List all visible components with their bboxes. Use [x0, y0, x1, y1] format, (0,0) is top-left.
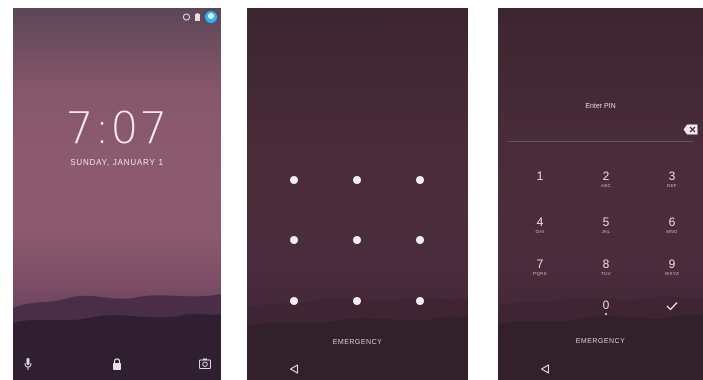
key-2[interactable]: 2 ABC: [586, 170, 626, 189]
key-0-dot: [605, 313, 607, 315]
lock-bottom-bar: [13, 358, 221, 376]
microphone-icon[interactable]: [24, 358, 32, 370]
back-icon[interactable]: [289, 364, 299, 374]
user-avatar-icon[interactable]: [205, 11, 217, 23]
battery-icon: [195, 13, 200, 21]
mountain-silhouette: [247, 297, 468, 380]
key-0[interactable]: 0: [586, 299, 626, 315]
pattern-dot[interactable]: [416, 236, 424, 244]
checkmark-icon[interactable]: [666, 301, 678, 311]
pin-entry-divider: [508, 141, 693, 142]
clock-date: SUNDAY, JANUARY 1: [70, 158, 164, 167]
key-5[interactable]: 5 JKL: [586, 216, 626, 235]
pin-prompt: Enter PIN: [585, 103, 616, 110]
emergency-button[interactable]: EMERGENCY: [498, 338, 703, 345]
pattern-dot[interactable]: [353, 176, 361, 184]
pattern-dot[interactable]: [416, 176, 424, 184]
pin-unlock-screen: Enter PIN 1 2 ABC 3 DEF 4 GHI 5 JKL 6 MN…: [498, 8, 703, 380]
lock-screen: 7:07 SUNDAY, JANUARY 1: [13, 8, 221, 380]
mountain-silhouette: [498, 296, 703, 380]
mountain-silhouette: [13, 294, 221, 380]
key-3[interactable]: 3 DEF: [652, 170, 692, 189]
key-1[interactable]: 1: [520, 170, 560, 183]
key-7[interactable]: 7 PQRS: [520, 258, 560, 277]
pattern-dot[interactable]: [290, 236, 298, 244]
key-9[interactable]: 9 WXYZ: [652, 258, 692, 277]
camera-icon[interactable]: [199, 358, 211, 369]
pattern-dot[interactable]: [353, 236, 361, 244]
key-6[interactable]: 6 MNO: [652, 216, 692, 235]
key-4[interactable]: 4 GHI: [520, 216, 560, 235]
pattern-unlock-screen: EMERGENCY: [247, 8, 468, 380]
back-icon[interactable]: [540, 364, 550, 374]
pattern-dot[interactable]: [353, 297, 361, 305]
emergency-button[interactable]: EMERGENCY: [247, 339, 468, 346]
lock-icon[interactable]: [112, 358, 122, 370]
pattern-dot[interactable]: [290, 176, 298, 184]
pattern-dot[interactable]: [416, 297, 424, 305]
clock-time: 7:07: [65, 103, 169, 154]
key-8[interactable]: 8 TUV: [586, 258, 626, 277]
status-bar: [183, 11, 217, 23]
pattern-dot[interactable]: [290, 297, 298, 305]
backspace-icon[interactable]: [683, 124, 698, 135]
notification-icon: [183, 13, 190, 21]
